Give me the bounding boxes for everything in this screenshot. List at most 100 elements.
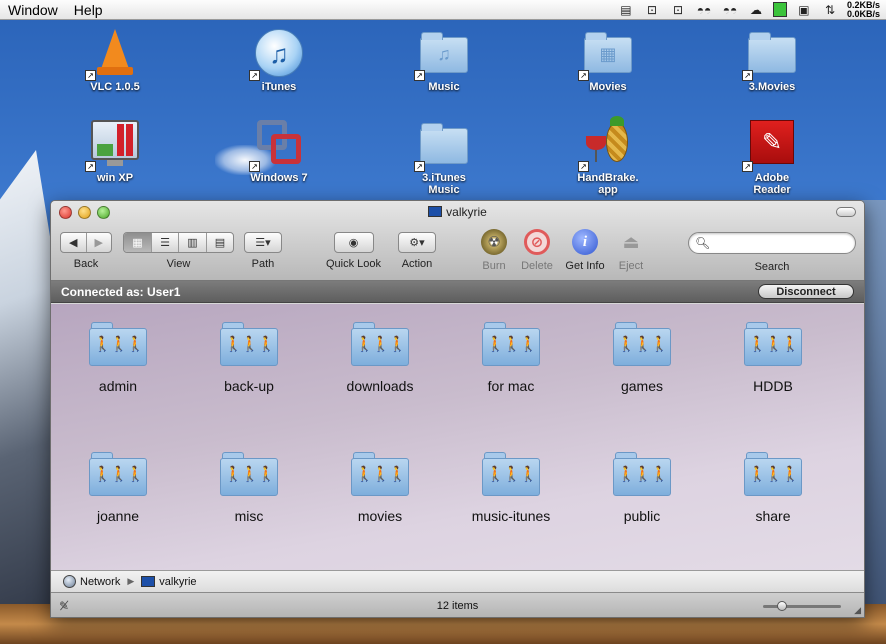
share-item-downloads[interactable]: 🚶🚶🚶 downloads (325, 322, 435, 394)
desktop-icon-windows7[interactable]: ↗ Windows 7 (229, 118, 329, 184)
cpu-meter-icon[interactable]: ▤ (617, 3, 635, 17)
share-name: games (620, 378, 664, 394)
desktop-icon-adobe-reader[interactable]: ✎ ↗ Adobe Reader (722, 118, 822, 196)
share-name: downloads (346, 378, 414, 394)
handbrake-icon (606, 122, 628, 162)
desktop-icon-itunes[interactable]: ♫ ↗ iTunes (229, 27, 329, 93)
share-item-for-mac[interactable]: 🚶🚶🚶 for mac (456, 322, 566, 394)
desktop-icon-music[interactable]: ♫ ↗ Music (394, 27, 494, 93)
path-bar: Network ▶ valkyrie (51, 570, 864, 592)
share-list: 🚶🚶🚶 admin 🚶🚶🚶 back-up 🚶🚶🚶 downloads 🚶🚶🚶 … (51, 304, 864, 570)
drive-icon[interactable]: ⊡ (643, 3, 661, 17)
column-view-icon[interactable]: ▥ (179, 233, 207, 252)
share-item-music-itunes[interactable]: 🚶🚶🚶 music-itunes (456, 452, 566, 524)
desktop-icon-3movies[interactable]: ↗ 3.Movies (722, 27, 822, 93)
share-name: share (755, 508, 791, 524)
net-down: 0.0KB/s (846, 8, 880, 19)
icon-view-icon[interactable]: ▦ (124, 233, 152, 252)
share-item-share[interactable]: 🚶🚶🚶 share (718, 452, 828, 524)
itunes-icon: ♫ (255, 29, 303, 77)
shared-folder-icon: 🚶🚶🚶 (89, 452, 147, 496)
share-item-movies[interactable]: 🚶🚶🚶 movies (325, 452, 435, 524)
shared-folder-icon: 🚶🚶🚶 (482, 452, 540, 496)
coverflow-view-icon[interactable]: ▤ (207, 233, 233, 252)
gear-icon[interactable]: ⚙▾ (399, 233, 435, 252)
back-label: Back (73, 258, 99, 270)
share-item-hddb[interactable]: 🚶🚶🚶 HDDB (718, 322, 828, 394)
bluetooth-drive-icon[interactable]: ▣ (795, 3, 813, 17)
battery-icon[interactable] (772, 2, 787, 17)
share-name: music-itunes (471, 508, 551, 524)
cloud-icon[interactable]: ☁ (747, 3, 765, 17)
parallels-icon (91, 120, 139, 160)
path-tool: ☰▾ Path (244, 232, 282, 270)
glasses-icon[interactable]: ◓◓ (695, 3, 713, 17)
desktop-icon-handbrake[interactable]: ↗ HandBrake. app (558, 116, 658, 196)
adobe-reader-icon: ✎ (750, 120, 794, 164)
drive2-icon[interactable]: ⊡ (669, 3, 687, 17)
slider-knob[interactable] (776, 601, 787, 611)
action-tool: ⚙▾ Action (398, 232, 436, 270)
eject-icon: ⏏ (622, 231, 640, 252)
desktop-icon-winxp[interactable]: ↗ win XP (65, 118, 165, 184)
folder-icon (748, 32, 796, 73)
info-icon: i (572, 229, 598, 255)
computer-icon (141, 576, 156, 587)
delete-label: Delete (521, 260, 553, 272)
desktop-icon-label: Windows 7 (250, 172, 308, 184)
list-view-icon[interactable]: ☰ (152, 233, 179, 252)
disconnect-button[interactable]: Disconnect (758, 284, 854, 299)
eye-icon[interactable]: ◉ (335, 233, 373, 252)
share-item-games[interactable]: 🚶🚶🚶 games (587, 322, 697, 394)
icon-size-slider[interactable] (763, 601, 841, 611)
burn-tool[interactable]: ☢ Burn (479, 229, 509, 272)
glasses2-icon[interactable]: ◓◓ (721, 3, 739, 17)
path-item-network[interactable]: Network (80, 576, 120, 588)
chevron-right-icon: ▶ (127, 576, 135, 586)
network-speed: 0.2KB/s 0.0KB/s (846, 0, 880, 19)
share-item-joanne[interactable]: 🚶🚶🚶 joanne (63, 452, 173, 524)
path-item-valkyrie[interactable]: valkyrie (159, 576, 196, 588)
desktop-icon-label: iTunes (261, 81, 297, 93)
window-titlebar: valkyrie ◀ ▶ Back ▦ ☰ ▥ ▤ View ☰▾ Path ◉… (51, 201, 864, 281)
share-item-misc[interactable]: 🚶🚶🚶 misc (194, 452, 304, 524)
get-info-tool[interactable]: i Get Info (562, 229, 608, 272)
toolbar-toggle-button[interactable] (836, 207, 856, 217)
view-tool: ▦ ☰ ▥ ▤ View (123, 232, 234, 270)
menu-bar: Window Help ▤ ⊡ ⊡ ◓◓ ◓◓ ☁ ▣ ⇅ 0.2KB/s 0.… (0, 0, 886, 20)
shared-folder-icon: 🚶🚶🚶 (482, 322, 540, 366)
burn-icon: ☢ (481, 229, 507, 255)
burn-label: Burn (482, 260, 506, 272)
network-arrows-icon[interactable]: ⇅ (821, 3, 839, 17)
menu-window[interactable]: Window (0, 2, 66, 18)
share-item-admin[interactable]: 🚶🚶🚶 admin (63, 322, 173, 394)
delete-icon: ⊘ (524, 229, 550, 255)
menu-extras: ▤ ⊡ ⊡ ◓◓ ◓◓ ☁ ▣ ⇅ 0.2KB/s 0.0KB/s (617, 0, 886, 20)
eject-tool[interactable]: ⏏ Eject (616, 231, 646, 273)
search-label: Search (754, 261, 790, 273)
forward-arrow-icon[interactable]: ▶ (87, 233, 112, 252)
action-label: Action (401, 258, 433, 270)
back-arrow-icon[interactable]: ◀ (61, 233, 87, 252)
window-title: valkyrie (51, 205, 864, 219)
resize-grip-icon[interactable]: ◢ (854, 605, 861, 616)
path-menu-icon[interactable]: ☰▾ (245, 233, 281, 252)
desktop-icon-label: VLC 1.0.5 (90, 81, 140, 93)
desktop-icon-3itunes-music[interactable]: ↗ 3.iTunes Music (394, 118, 494, 196)
movies-folder-icon: ▦ (584, 32, 632, 73)
path-label: Path (251, 258, 275, 270)
menu-help[interactable]: Help (66, 2, 111, 18)
desktop-icon-movies[interactable]: ▦ ↗ Movies (558, 27, 658, 93)
folder-icon (420, 123, 468, 164)
desktop-icon-label: win XP (96, 172, 134, 184)
shared-folder-icon: 🚶🚶🚶 (220, 322, 278, 366)
share-name: public (623, 508, 661, 524)
delete-tool[interactable]: ⊘ Delete (518, 229, 556, 272)
search-field[interactable]: 🔍︎ (688, 232, 856, 254)
share-name: for mac (487, 378, 535, 394)
share-item-back-up[interactable]: 🚶🚶🚶 back-up (194, 322, 304, 394)
shared-folder-icon: 🚶🚶🚶 (89, 322, 147, 366)
quick-look-tool: ◉ Quick Look (326, 232, 381, 270)
desktop-icon-vlc[interactable]: ↗ VLC 1.0.5 (65, 27, 165, 93)
share-item-public[interactable]: 🚶🚶🚶 public (587, 452, 697, 524)
